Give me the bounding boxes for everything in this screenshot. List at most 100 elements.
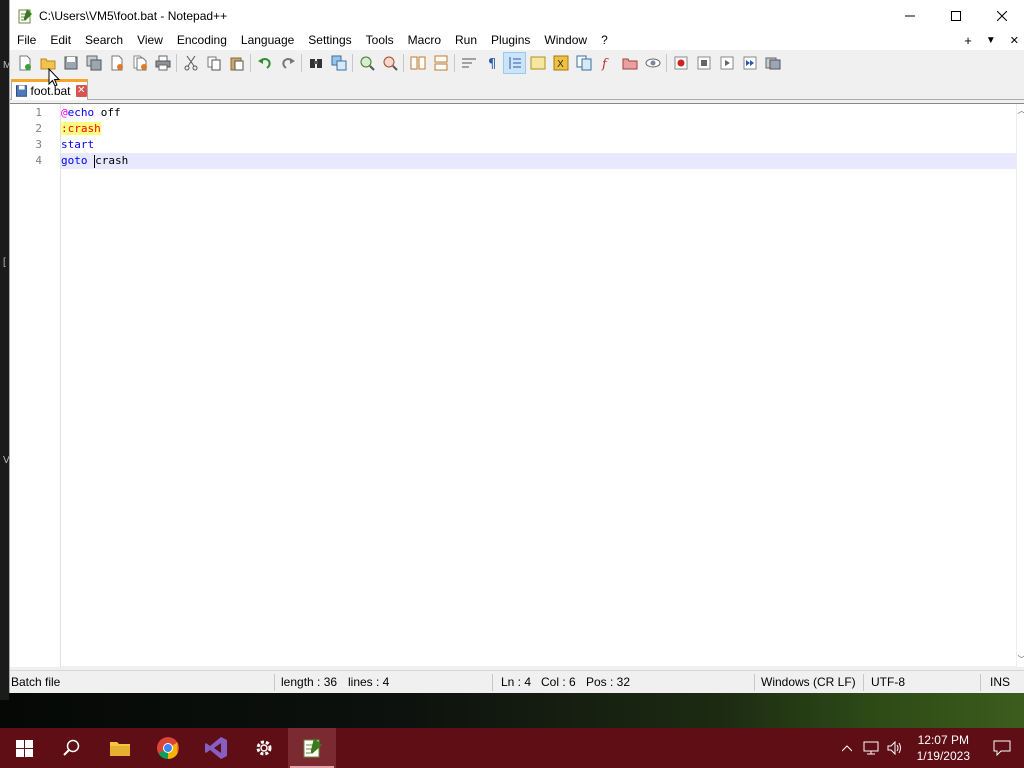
toolbar-separator [250,53,251,72]
maximize-button[interactable] [933,0,979,31]
macro-save-button[interactable] [761,52,784,74]
chevron-up-icon [841,744,852,751]
find-button[interactable] [304,52,327,74]
redo-button[interactable] [276,52,299,74]
copy-button[interactable] [202,52,225,74]
close-icon [997,10,1007,21]
close-file-button[interactable] [105,52,128,74]
macro-play-button[interactable] [715,52,738,74]
scroll-down-icon[interactable]: ﹀ [1017,655,1024,665]
code-line[interactable]: @echo off [61,105,1016,121]
status-lines: lines : 4 [348,675,390,689]
show-hidden-icons-button[interactable] [835,728,859,768]
code-line-current[interactable]: goto crash [61,153,1016,169]
scroll-up-icon[interactable]: ︿ [1017,106,1024,116]
tab-close-icon[interactable]: ✕ [75,85,87,97]
sync-vertical-button[interactable] [406,52,429,74]
minimize-icon [905,15,915,16]
menu-macro[interactable]: Macro [401,31,448,50]
macro-run-multiple-button[interactable] [738,52,761,74]
print-button[interactable] [151,52,174,74]
code-line[interactable]: :crash [61,121,1016,137]
menu-tools[interactable]: Tools [359,31,401,50]
save-button[interactable] [59,52,82,74]
document-tab-bar: foot.bat ✕ [10,77,1024,100]
word-wrap-button[interactable] [457,52,480,74]
xml-button[interactable]: X [549,52,572,74]
sync-horizontal-button[interactable] [429,52,452,74]
menu-window[interactable]: Window [537,31,594,50]
menu-edit[interactable]: Edit [43,31,78,50]
document-map-button[interactable] [572,52,595,74]
code-token: :crash [61,122,101,135]
search-button[interactable] [48,728,96,768]
zoom-in-button[interactable] [355,52,378,74]
vertical-scrollbar[interactable]: ︿ ﹀ [1016,104,1024,667]
udl-icon [530,56,545,69]
menu-search[interactable]: Search [78,31,130,50]
undo-button[interactable] [253,52,276,74]
status-eol[interactable]: Windows (CR LF) [761,671,856,694]
clock-time: 12:07 PM [917,733,969,747]
paste-button[interactable] [225,52,248,74]
status-encoding[interactable]: UTF-8 [871,671,905,694]
menu-run[interactable]: Run [448,31,484,50]
menu-help[interactable]: ? [594,31,615,50]
monitoring-button[interactable] [641,52,664,74]
taskbar-settings[interactable] [240,728,288,768]
menu-language[interactable]: Language [234,31,301,50]
status-length: length : 36 [281,675,338,689]
toolbar: ¶ X f [10,51,1024,74]
close-button[interactable] [979,0,1024,31]
save-all-button[interactable] [82,52,105,74]
sync-horizontal-icon [434,55,447,70]
menu-encoding[interactable]: Encoding [170,31,234,50]
menu-view[interactable]: View [130,31,170,50]
code-editor[interactable]: 1 2 3 4 @echo off :crash start goto cras… [10,103,1024,667]
taskbar-clock[interactable]: 12:07 PM 1/19/2023 [907,732,980,764]
taskbar-notepadpp[interactable] [288,728,336,768]
replace-button[interactable] [327,52,350,74]
fold-margin[interactable] [51,104,61,667]
stop-icon [697,56,710,69]
indent-guide-button[interactable] [503,51,526,74]
define-language-button[interactable] [526,52,549,74]
function-list-button[interactable]: f [595,52,618,74]
status-divider [274,674,275,691]
clock-date: 1/19/2023 [916,749,970,763]
folder-workspace-button[interactable] [618,52,641,74]
menu-settings[interactable]: Settings [301,31,358,50]
replace-icon [331,55,346,70]
zoom-out-button[interactable] [378,52,401,74]
show-all-characters-button[interactable]: ¶ [480,52,503,74]
action-center-button[interactable] [980,728,1024,768]
start-button[interactable] [0,728,48,768]
minimize-button[interactable] [887,0,933,31]
status-divider [492,674,493,691]
save-all-icon [86,55,101,70]
taskbar-file-explorer[interactable] [96,728,144,768]
svg-text:X: X [557,59,564,70]
new-tab-icon[interactable]: + [964,33,972,48]
macro-record-button[interactable] [669,52,692,74]
menu-plugins[interactable]: Plugins [484,31,537,50]
title-bar[interactable]: C:\Users\VM5\foot.bat - Notepad++ [10,0,1024,31]
svg-text:¶: ¶ [488,57,496,71]
code-line[interactable]: start [61,137,1016,153]
macro-stop-button[interactable] [692,52,715,74]
tab-list-dropdown-icon[interactable]: ▼ [986,35,996,46]
taskbar-visual-studio[interactable] [192,728,240,768]
taskbar-chrome[interactable] [144,728,192,768]
save-icon [64,56,77,69]
menu-file[interactable]: File [10,31,43,50]
new-file-button[interactable] [13,52,36,74]
close-all-button[interactable] [128,52,151,74]
status-insert-mode[interactable]: INS [990,671,1010,694]
fast-forward-icon [743,56,756,69]
status-column: Col : 6 [541,675,576,689]
indent-guide-icon [509,56,521,69]
network-button[interactable] [859,728,883,768]
cut-button[interactable] [179,52,202,74]
close-document-icon[interactable]: ✕ [1010,34,1019,47]
volume-button[interactable] [883,728,907,768]
